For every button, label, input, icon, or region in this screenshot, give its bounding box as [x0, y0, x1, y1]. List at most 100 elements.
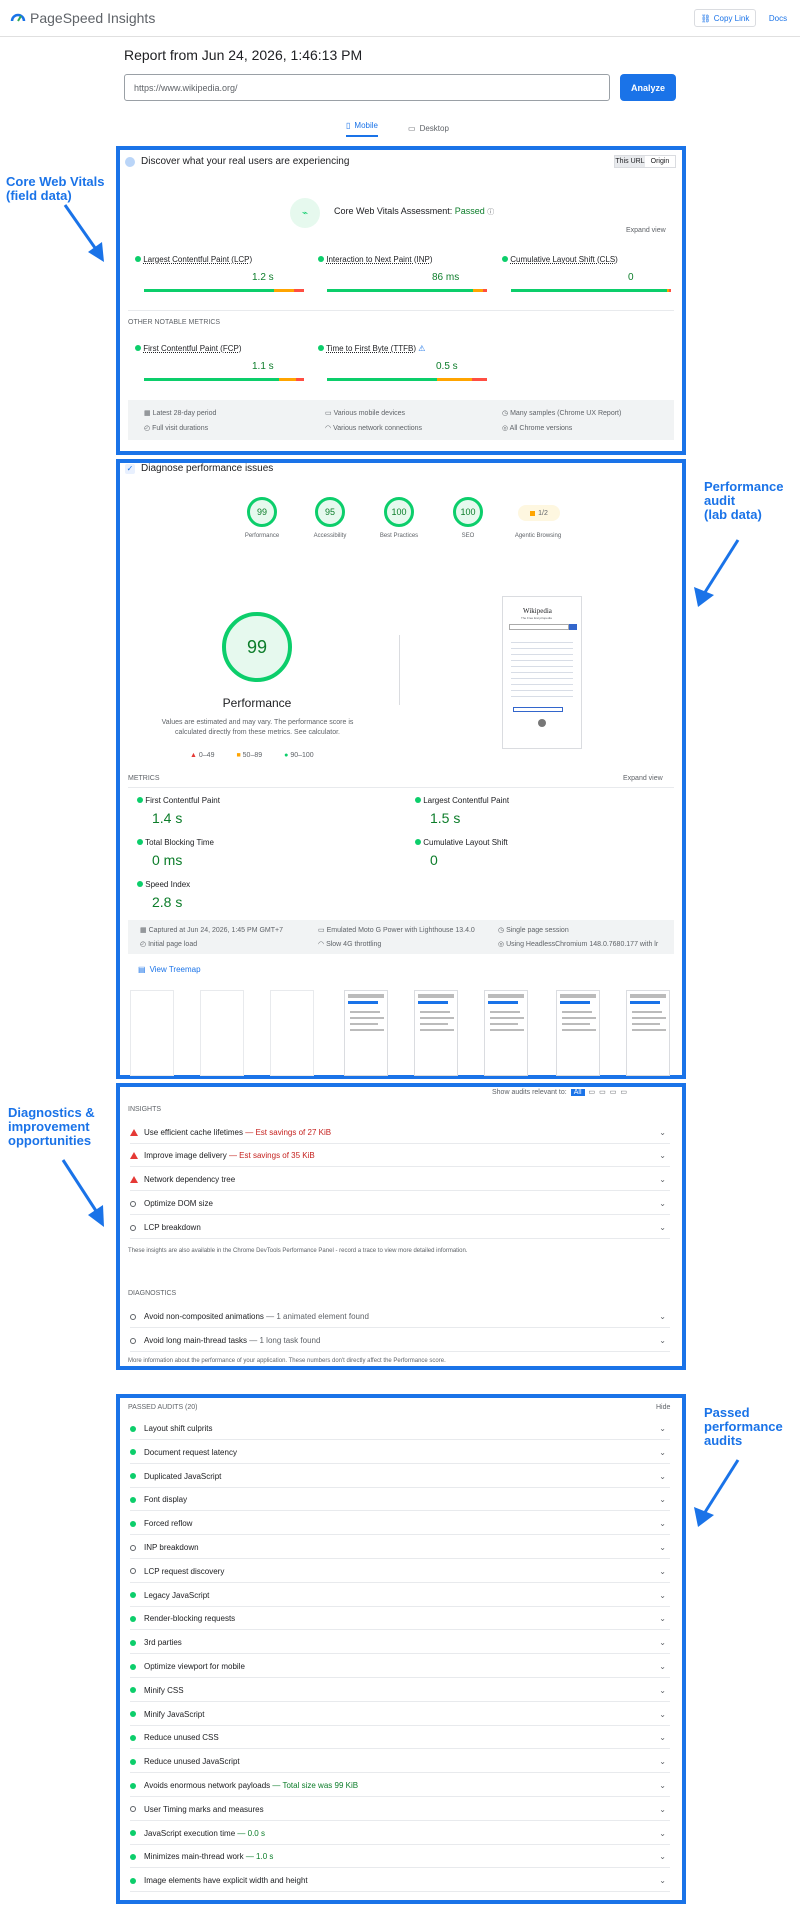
insight-row[interactable]: LCP breakdown ⌄ [130, 1217, 670, 1239]
diagnostic-row[interactable]: Avoid long main-thread tasks — 1 long ta… [130, 1330, 670, 1352]
lab-expand-view[interactable]: Expand view [623, 775, 663, 782]
passed-audit-row[interactable]: Minify JavaScript ⌄ [130, 1704, 670, 1726]
toggle-origin[interactable]: Origin [645, 156, 675, 167]
insight-row[interactable]: Optimize DOM size ⌄ [130, 1193, 670, 1215]
passed-audit-row[interactable]: 3rd parties ⌄ [130, 1632, 670, 1655]
field-expand-view[interactable]: Expand view [626, 227, 666, 234]
info-circle-icon [130, 1544, 136, 1551]
copy-link-button[interactable]: ⛓ Copy Link [694, 9, 756, 27]
ttfb-name[interactable]: Time to First Byte (TTFB) [326, 344, 416, 353]
chevron-down-icon: ⌄ [659, 1495, 666, 1505]
legend-pass: ● 90–100 [284, 752, 314, 759]
arrow-icon [694, 1459, 740, 1527]
pass-dot-icon [130, 1639, 136, 1646]
passed-audit-row[interactable]: Minify CSS ⌄ [130, 1680, 670, 1702]
pass-dot-icon [130, 1711, 136, 1718]
passed-audit-row[interactable]: Minimizes main-thread work — 1.0 s ⌄ [130, 1846, 670, 1869]
pass-dot-icon [502, 256, 508, 262]
filter-fcp[interactable]: ▭ [589, 1088, 596, 1096]
score-agentic[interactable]: 1/2 [518, 505, 560, 521]
passed-audit-row[interactable]: Reduce unused CSS ⌄ [130, 1727, 670, 1750]
lab-footer-captured: ▦ Captured at Jun 24, 2026, 1:45 PM GMT+… [140, 927, 284, 934]
passed-audit-row[interactable]: LCP request discovery ⌄ [130, 1561, 670, 1583]
filmstrip-frame [626, 990, 670, 1076]
chevron-down-icon: ⌄ [659, 1128, 666, 1137]
passed-audit-row[interactable]: Forced reflow ⌄ [130, 1513, 670, 1536]
performance-big-label: Performance [222, 696, 292, 710]
chevron-down-icon: ⌄ [659, 1424, 666, 1433]
filter-label: Show audits relevant to: [492, 1088, 567, 1096]
url-origin-toggle: This URL Origin [614, 155, 676, 168]
field-metric-inp: Interaction to Next Paint (INP) [318, 255, 433, 264]
insight-row[interactable]: Network dependency tree ⌄ [130, 1169, 670, 1191]
score-performance[interactable]: 99 [247, 497, 277, 527]
cls-name[interactable]: Cumulative Layout Shift (CLS) [510, 255, 618, 264]
treemap-icon: ▤ [138, 965, 146, 974]
lab-lcp-value: 1.5 s [430, 810, 461, 826]
assessment-label: Core Web Vitals Assessment: [334, 206, 453, 216]
passed-audit-row[interactable]: Layout shift culprits ⌄ [130, 1418, 670, 1440]
filter-all[interactable]: All [570, 1088, 585, 1096]
fcp-name[interactable]: First Contentful Paint (FCP) [143, 344, 241, 353]
score-best-practices[interactable]: 100 [384, 497, 414, 527]
passed-audit-row[interactable]: Optimize viewport for mobile ⌄ [130, 1656, 670, 1678]
pass-dot-icon [137, 839, 143, 845]
filter-cls[interactable]: ▭ [620, 1088, 627, 1096]
score-accessibility[interactable]: 95 [315, 497, 345, 527]
tab-mobile[interactable]: ▯ Mobile [346, 119, 378, 137]
insight-row[interactable]: Improve image delivery — Est savings of … [130, 1145, 670, 1167]
lcp-name[interactable]: Largest Contentful Paint (LCP) [143, 255, 252, 264]
callout-passed-audits: Passed performance audits [704, 1405, 783, 1448]
score-legend: ▲ 0–49 ■ 50–89 ● 90–100 [190, 752, 314, 759]
lab-cls-name: Cumulative Layout Shift [423, 838, 508, 847]
chevron-down-icon: ⌄ [659, 1471, 666, 1481]
diagnostic-row[interactable]: Avoid non-composited animations — 1 anim… [130, 1306, 670, 1328]
passed-audit-row[interactable]: User Timing marks and measures ⌄ [130, 1799, 670, 1821]
chevron-down-icon: ⌄ [659, 1685, 666, 1695]
passed-audit-row[interactable]: Font display ⌄ [130, 1489, 670, 1512]
lab-data-frame [116, 459, 686, 1079]
lcp-value: 1.2 s [252, 272, 274, 283]
passed-audit-row[interactable]: Document request latency ⌄ [130, 1442, 670, 1464]
passed-audit-text: Minify JavaScript [144, 1709, 205, 1719]
inp-name[interactable]: Interaction to Next Paint (INP) [326, 255, 432, 264]
callout-diagnostics: Diagnostics & improvement opportunities [8, 1105, 95, 1148]
passed-audit-row[interactable]: Legacy JavaScript ⌄ [130, 1585, 670, 1607]
diagnostic-text: Avoid long main-thread tasks [144, 1336, 248, 1345]
filter-tbt[interactable]: ▭ [610, 1088, 617, 1096]
tab-desktop[interactable]: ▭ Desktop [408, 119, 449, 137]
insight-row[interactable]: Use efficient cache lifetimes — Est savi… [130, 1122, 670, 1144]
view-treemap-button[interactable]: ▤ View Treemap [138, 965, 201, 974]
passed-audit-row[interactable]: INP breakdown ⌄ [130, 1537, 670, 1559]
url-input[interactable] [124, 74, 610, 101]
analyze-button[interactable]: Analyze [620, 74, 676, 101]
divider [128, 787, 674, 788]
chevron-down-icon: ⌄ [659, 1543, 666, 1552]
docs-link[interactable]: Docs [762, 9, 794, 27]
chevron-down-icon: ⌄ [659, 1175, 666, 1184]
chevron-down-icon: ⌄ [659, 1336, 666, 1345]
passed-audit-row[interactable]: Reduce unused JavaScript ⌄ [130, 1751, 670, 1774]
passed-audit-text: Legacy JavaScript [144, 1590, 210, 1600]
lab-heading-text: Diagnose performance issues [141, 463, 274, 474]
score-note: Values are estimated and may vary. The p… [161, 719, 354, 736]
hide-button[interactable]: Hide [656, 1404, 670, 1411]
score-accessibility-label: Accessibility [313, 533, 347, 539]
passed-audit-row[interactable]: Duplicated JavaScript ⌄ [130, 1466, 670, 1488]
insight-text: Network dependency tree [144, 1175, 236, 1184]
passed-audit-row[interactable]: JavaScript execution time — 0.0 s ⌄ [130, 1823, 670, 1845]
legend-fail-text: 0–49 [198, 752, 215, 759]
passed-audit-row[interactable]: Image elements have explicit width and h… [130, 1870, 670, 1893]
score-best-practices-label: Best Practices [379, 533, 419, 539]
insight-text: Improve image delivery [144, 1151, 227, 1160]
passed-audit-text: Forced reflow [144, 1519, 193, 1529]
toggle-this-url[interactable]: This URL [615, 156, 645, 167]
divider [128, 310, 674, 311]
filter-lcp[interactable]: ▭ [599, 1088, 606, 1096]
filmstrip-frame [344, 990, 388, 1076]
score-seo[interactable]: 100 [453, 497, 483, 527]
passed-audit-row[interactable]: Render-blocking requests ⌄ [130, 1608, 670, 1631]
performance-big-gauge: 99 [222, 612, 292, 682]
average-square-icon [530, 510, 536, 516]
passed-audit-row[interactable]: Avoids enormous network payloads — Total… [130, 1775, 670, 1797]
